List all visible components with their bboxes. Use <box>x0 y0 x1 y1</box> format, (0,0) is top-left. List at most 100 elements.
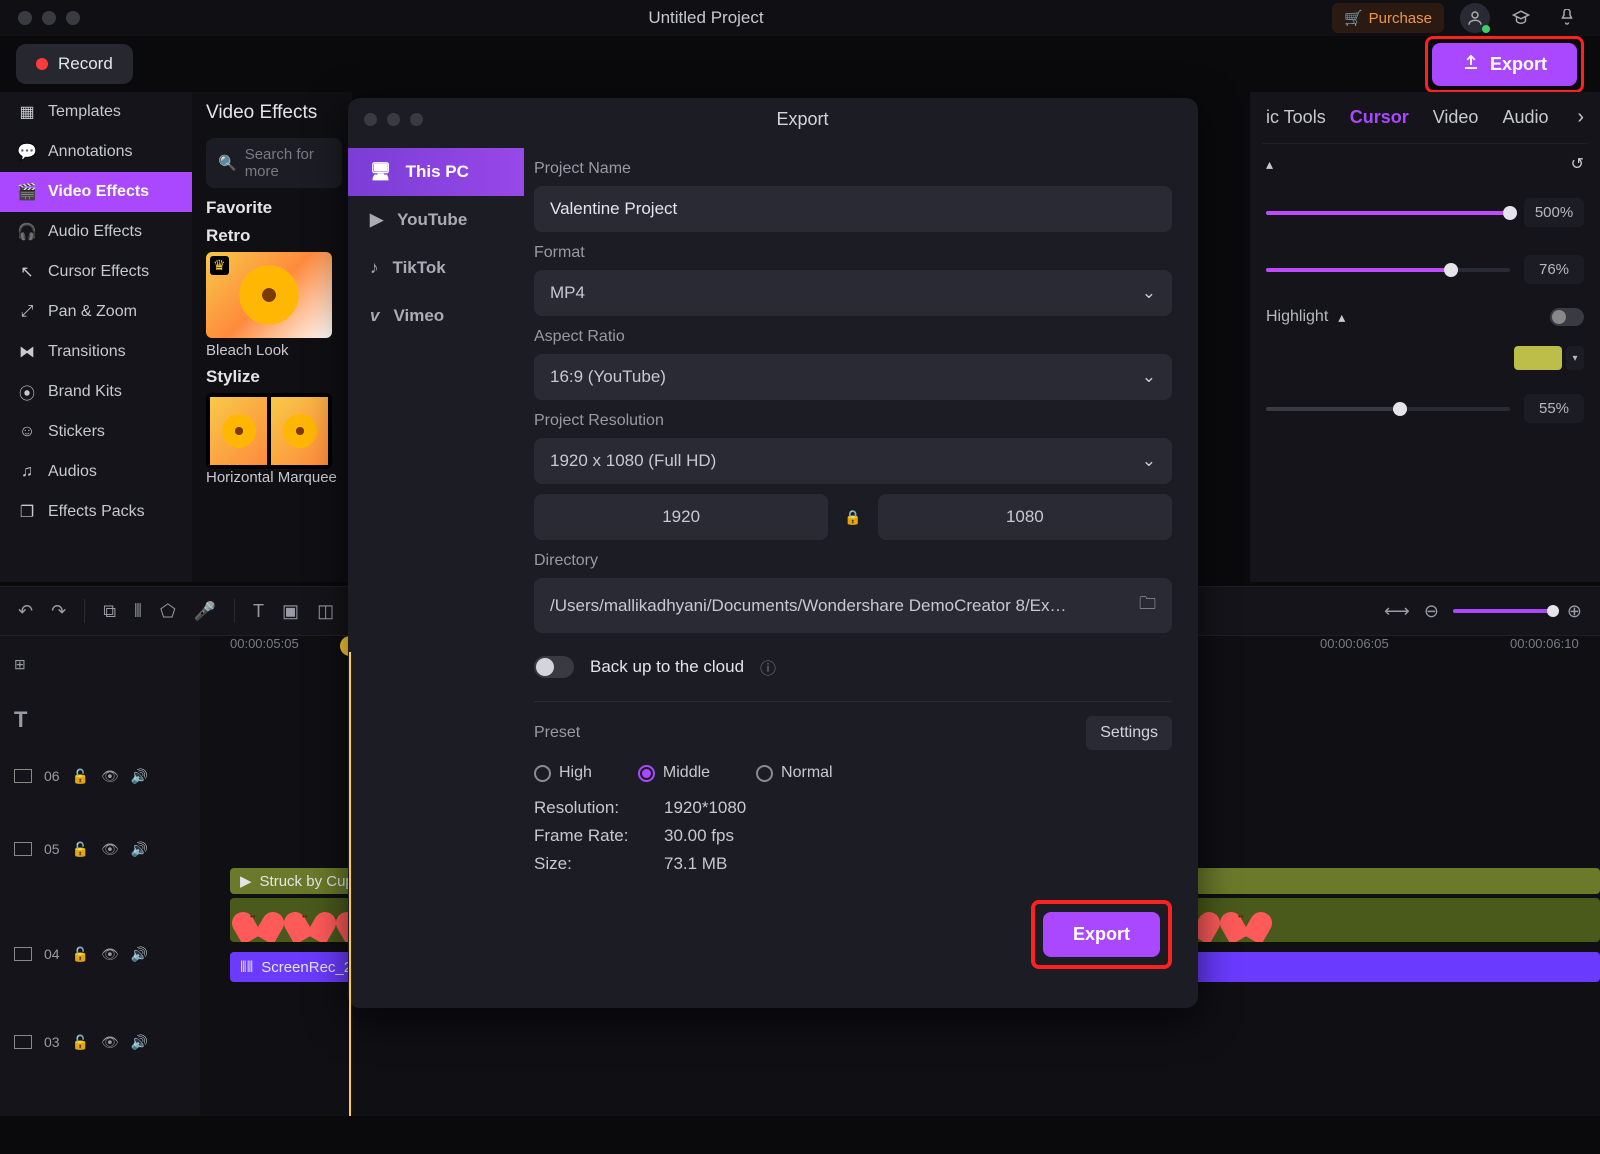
properties-tabs: ic Tools Cursor Video Audio › <box>1262 100 1588 144</box>
window-controls <box>18 11 80 25</box>
lock-icon[interactable]: 🔓 <box>72 768 89 785</box>
category-favorite[interactable]: Favorite <box>206 198 342 218</box>
add-track-button[interactable]: ⊞ <box>0 636 200 692</box>
sidebar-item-video-effects[interactable]: 🎬Video Effects <box>0 172 192 212</box>
select-directory[interactable]: /Users/mallikadhyani/Documents/Wondersha… <box>534 578 1172 633</box>
redo-icon[interactable]: ↷ <box>51 601 66 622</box>
select-aspect[interactable]: 16:9 (YouTube)⌄ <box>534 354 1172 400</box>
sidebar-item-audios[interactable]: ♫Audios <box>0 452 192 492</box>
text-icon[interactable]: T <box>253 601 264 622</box>
sidebar-item-templates[interactable]: ▦Templates <box>0 92 192 132</box>
track-06[interactable]: 06🔓👁🔊 <box>0 748 200 804</box>
mic-icon[interactable]: 🎤 <box>194 601 216 622</box>
sidebar-item-pan-zoom[interactable]: ⤢Pan & Zoom <box>0 292 192 332</box>
zoom-slider[interactable] <box>1453 609 1553 613</box>
shield-icon[interactable]: ⬠ <box>160 601 176 622</box>
input-width[interactable]: 1920 <box>534 494 828 540</box>
sidebar-item-annotations[interactable]: 💬Annotations <box>0 132 192 172</box>
collapse-icon[interactable]: ▴ <box>1338 309 1345 326</box>
help-icon[interactable]: ⓘ <box>760 655 776 679</box>
maximize-window[interactable] <box>66 11 80 25</box>
sidebar-item-transitions[interactable]: ⧓Transitions <box>0 332 192 372</box>
eye-icon[interactable]: 👁 <box>101 1034 119 1051</box>
text-track-header[interactable]: T <box>0 692 200 748</box>
group-icon[interactable]: ▣ <box>282 601 299 622</box>
highlight-toggle[interactable] <box>1550 308 1584 326</box>
sidebar-item-brand-kits[interactable]: ⦿Brand Kits <box>0 372 192 412</box>
pc-icon: 🖥 <box>370 162 392 182</box>
text-icon: T <box>14 707 27 733</box>
lock-icon[interactable]: 🔓 <box>72 946 89 963</box>
dest-youtube[interactable]: ▶YouTube <box>348 196 524 244</box>
undo-icon[interactable]: ↶ <box>18 601 33 622</box>
tab-tools[interactable]: ic Tools <box>1266 107 1326 128</box>
select-format[interactable]: MP4⌄ <box>534 270 1172 316</box>
eye-icon[interactable]: 👁 <box>101 841 119 858</box>
color-swatch[interactable] <box>1514 346 1562 370</box>
folder-icon[interactable]: 🗀 <box>1139 591 1156 620</box>
collapse-icon[interactable]: ▴ <box>1266 156 1273 173</box>
mute-icon[interactable]: 🔊 <box>131 946 148 963</box>
sidebar-item-audio-effects[interactable]: 🎧Audio Effects <box>0 212 192 252</box>
preset-normal[interactable]: Normal <box>756 764 833 782</box>
export-confirm-button[interactable]: Export <box>1043 912 1160 957</box>
input-project-name[interactable] <box>534 186 1172 232</box>
sidebar-item-cursor-effects[interactable]: ↖Cursor Effects <box>0 252 192 292</box>
select-resolution[interactable]: 1920 x 1080 (Full HD)⌄ <box>534 438 1172 484</box>
tab-video[interactable]: Video <box>1433 107 1479 128</box>
record-button[interactable]: Record <box>16 44 133 84</box>
zoom-out-icon[interactable]: ⊖ <box>1424 601 1439 622</box>
tab-audio[interactable]: Audio <box>1502 107 1548 128</box>
highlight-section[interactable]: Highlight ▴ <box>1262 298 1588 336</box>
lock-icon[interactable]: 🔓 <box>72 841 89 858</box>
sidebar-item-effects-packs[interactable]: ❐Effects Packs <box>0 492 192 532</box>
minimize-window[interactable] <box>42 11 56 25</box>
eye-icon[interactable]: 👁 <box>101 946 119 963</box>
preset-high[interactable]: High <box>534 764 592 782</box>
layout-icon[interactable]: ◫ <box>317 601 334 622</box>
modal-maximize[interactable] <box>410 113 423 126</box>
track-05[interactable]: 05🔓👁🔊 <box>0 804 200 894</box>
track-04[interactable]: 04🔓👁🔊 <box>0 894 200 1014</box>
tab-cursor[interactable]: Cursor <box>1350 107 1409 128</box>
preset-middle[interactable]: Middle <box>638 764 710 782</box>
dest-tiktok[interactable]: ♪TikTok <box>348 244 524 292</box>
preset-settings-button[interactable]: Settings <box>1086 716 1172 750</box>
mute-icon[interactable]: 🔊 <box>131 841 148 858</box>
category-stylize[interactable]: Stylize <box>206 367 342 387</box>
input-height[interactable]: 1080 <box>878 494 1172 540</box>
crop-icon[interactable]: ⧉ <box>103 601 116 622</box>
effect-thumb-bleach[interactable]: ♛ <box>206 252 332 338</box>
mute-icon[interactable]: 🔊 <box>131 768 148 785</box>
close-window[interactable] <box>18 11 32 25</box>
reset-icon[interactable]: ↺ <box>1571 154 1584 174</box>
effects-search[interactable]: 🔍 Search for more <box>206 138 342 188</box>
fit-icon[interactable]: ⟷ <box>1384 601 1410 622</box>
lock-icon[interactable]: 🔒 <box>844 509 861 526</box>
dest-this-pc[interactable]: 🖥This PC <box>348 148 524 196</box>
modal-close[interactable] <box>364 113 377 126</box>
academy-icon[interactable] <box>1506 3 1536 33</box>
mute-icon[interactable]: 🔊 <box>131 1034 148 1051</box>
notifications-icon[interactable] <box>1552 3 1582 33</box>
export-main-button[interactable]: Export <box>1432 43 1577 86</box>
split-icon[interactable]: ⦀ <box>134 601 142 622</box>
backup-toggle[interactable] <box>534 656 574 678</box>
slider-76[interactable]: 76% <box>1262 241 1588 298</box>
account-icon[interactable] <box>1460 3 1490 33</box>
track-03[interactable]: 03🔓👁🔊 <box>0 1014 200 1070</box>
slider-55[interactable]: 55% <box>1262 380 1588 437</box>
eye-icon[interactable]: 👁 <box>101 768 119 785</box>
color-dropdown[interactable]: ▾ <box>1566 346 1584 370</box>
category-retro[interactable]: Retro <box>206 226 342 246</box>
slider-value: 55% <box>1524 394 1584 423</box>
purchase-button[interactable]: 🛒 Purchase <box>1332 3 1444 33</box>
dest-vimeo[interactable]: vVimeo <box>348 292 524 340</box>
zoom-in-icon[interactable]: ⊕ <box>1567 601 1582 622</box>
modal-minimize[interactable] <box>387 113 400 126</box>
effect-thumb-marquee[interactable] <box>206 393 332 469</box>
sidebar-item-stickers[interactable]: ☺Stickers <box>0 412 192 452</box>
chevron-right-icon[interactable]: › <box>1577 106 1584 129</box>
slider-500[interactable]: 500% <box>1262 184 1588 241</box>
lock-icon[interactable]: 🔓 <box>72 1034 89 1051</box>
